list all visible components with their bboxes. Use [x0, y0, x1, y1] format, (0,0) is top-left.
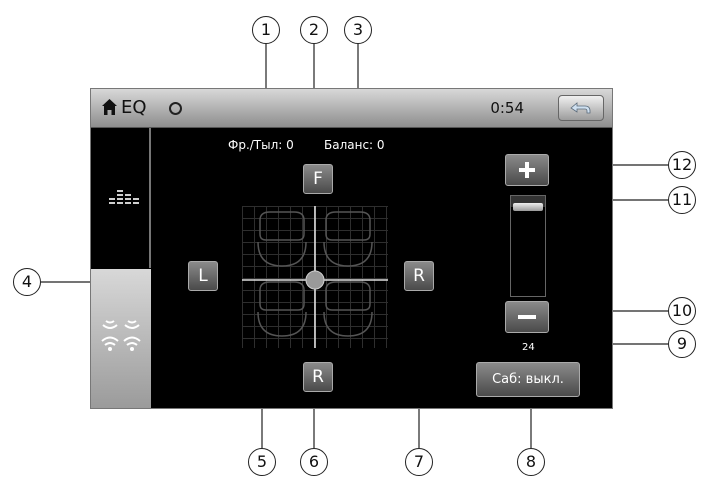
callout-10: 10 — [668, 297, 696, 325]
callout-4: 4 — [13, 268, 41, 296]
subwoofer-toggle-button[interactable]: Саб: выкл. — [476, 362, 580, 397]
callout-5: 5 — [248, 448, 276, 476]
front-button[interactable]: F — [303, 164, 333, 194]
head-unit-screen: EQ 0:54 Фр./Тыл: 0 Баланс: 0 F L R R 24 … — [90, 88, 613, 409]
minus-icon — [518, 315, 536, 319]
page-title: EQ — [121, 97, 147, 118]
callout-12: 12 — [668, 151, 696, 179]
car-seats-diagram — [242, 206, 388, 348]
callout-2: 2 — [300, 16, 328, 44]
callout-11: 11 — [668, 186, 696, 214]
subwoofer-level-down-button[interactable] — [505, 301, 549, 333]
back-arrow-icon — [570, 102, 591, 114]
slider-thumb[interactable] — [513, 203, 543, 212]
sidebar-tab-equalizer[interactable] — [91, 128, 151, 268]
fader-value-label: Фр./Тыл: 0 — [228, 138, 294, 152]
rear-button[interactable]: R — [303, 362, 333, 392]
fader-balance-handle[interactable] — [305, 270, 325, 290]
sidebar-tab-surround[interactable] — [91, 269, 151, 408]
plus-icon — [519, 162, 535, 178]
callout-7: 7 — [405, 448, 433, 476]
callout-8: 8 — [517, 448, 545, 476]
surround-speakers-icon — [101, 320, 141, 351]
equalizer-icon — [109, 190, 139, 204]
callout-1: 1 — [252, 16, 280, 44]
home-icon[interactable] — [101, 98, 118, 116]
left-button[interactable]: L — [188, 261, 218, 291]
back-button[interactable] — [558, 95, 604, 121]
circle-icon — [169, 102, 182, 115]
right-button[interactable]: R — [404, 261, 434, 291]
callout-6: 6 — [300, 448, 328, 476]
title-bar: EQ 0:54 — [91, 89, 612, 128]
subwoofer-level-slider[interactable] — [510, 195, 546, 297]
balance-value-label: Баланс: 0 — [324, 138, 385, 152]
clock: 0:54 — [490, 99, 524, 117]
callout-3: 3 — [344, 16, 372, 44]
callout-9: 9 — [668, 330, 696, 358]
subwoofer-level-value: 24 — [522, 342, 535, 353]
subwoofer-level-up-button[interactable] — [505, 154, 549, 186]
